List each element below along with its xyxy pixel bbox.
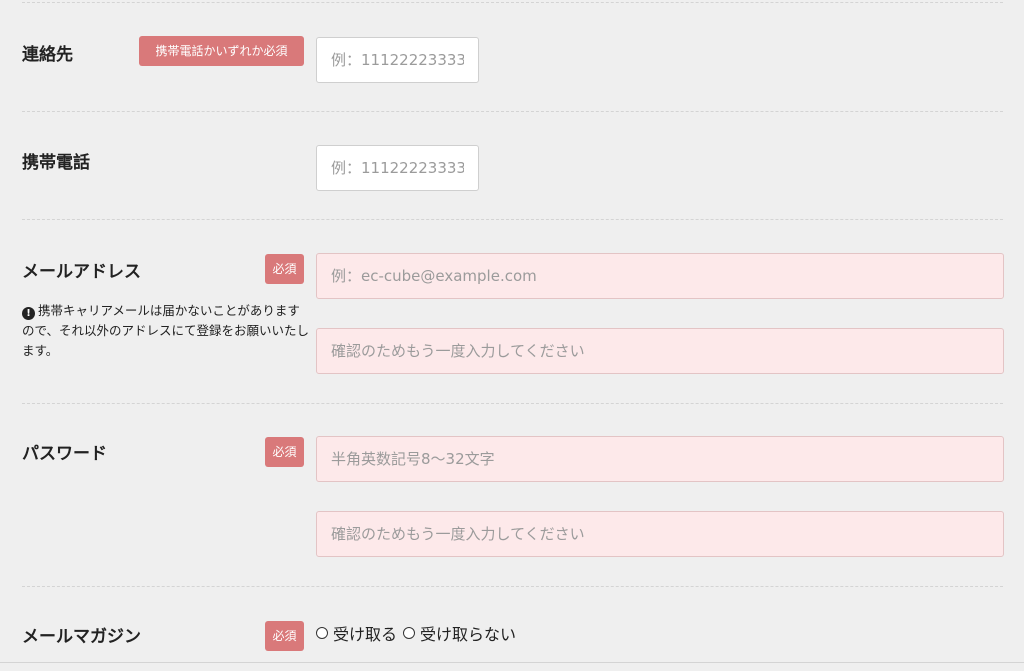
magazine-radio-group: 受け取る 受け取らない — [316, 620, 522, 646]
password-input[interactable] — [316, 436, 1004, 482]
email-note-text: 携帯キャリアメールは届かないことがありますので、それ以外のアドレスにて登録をお願… — [22, 303, 310, 358]
email-note: ! 携帯キャリアメールは届かないことがありますので、それ以外のアドレスにて登録をお… — [22, 301, 312, 361]
radio-circle-icon[interactable] — [316, 627, 328, 639]
radio-circle-icon[interactable] — [403, 627, 416, 639]
contact-phone-input[interactable] — [316, 37, 479, 83]
email-input[interactable] — [316, 253, 1004, 299]
exclamation-icon: ! — [22, 307, 35, 320]
magazine-required-badge: 必須 — [265, 621, 304, 651]
mobile-phone-input[interactable] — [316, 145, 479, 191]
magazine-option-receive[interactable]: 受け取る — [316, 621, 397, 645]
email-confirm-input[interactable] — [316, 328, 1004, 374]
password-label: パスワード — [22, 444, 107, 464]
email-required-badge: 必須 — [265, 254, 304, 284]
magazine-option-decline[interactable]: 受け取らない — [403, 621, 516, 645]
password-required-badge: 必須 — [265, 437, 304, 467]
contact-label: 連絡先 — [22, 45, 73, 65]
registration-form: 連絡先 携帯電話かいずれか必須 携帯電話 メールアドレス 必須 !携帯キャリアメ… — [0, 0, 1024, 671]
email-label: メールアドレス — [22, 262, 141, 282]
password-confirm-input[interactable] — [316, 511, 1004, 557]
mobile-label: 携帯電話 — [22, 153, 90, 173]
contact-required-badge: 携帯電話かいずれか必須 — [139, 36, 304, 66]
divider — [22, 2, 1003, 3]
magazine-option-receive-label: 受け取る — [333, 625, 398, 644]
magazine-label: メールマガジン — [22, 627, 141, 647]
divider — [22, 219, 1003, 220]
bottom-divider — [0, 662, 1024, 663]
divider — [22, 586, 1003, 587]
magazine-option-decline-label: 受け取らない — [420, 625, 517, 644]
divider — [22, 111, 1003, 112]
divider — [22, 403, 1003, 404]
